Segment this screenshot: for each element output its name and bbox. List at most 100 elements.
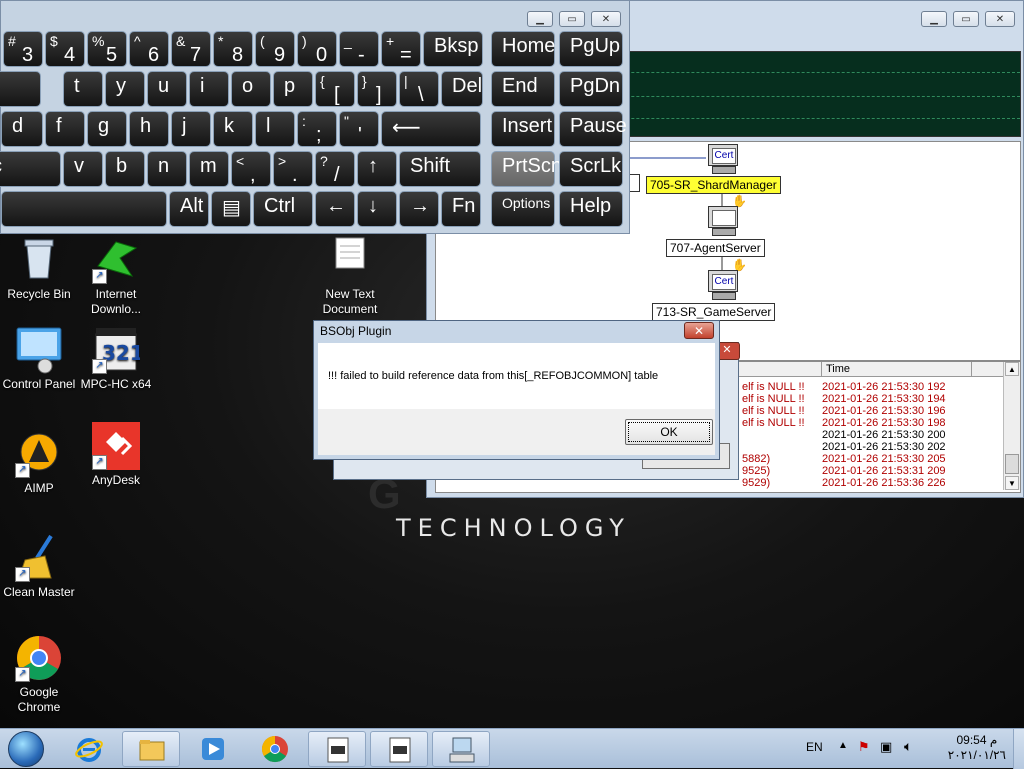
taskbar-app-internet-explorer[interactable] (60, 731, 118, 767)
minimize-button[interactable]: ▁ (921, 11, 947, 27)
key-i[interactable]: i (189, 71, 229, 107)
scroll-thumb[interactable] (1005, 454, 1019, 474)
key-symbol[interactable]: " ' (339, 111, 379, 147)
key-end[interactable]: End (491, 71, 555, 107)
key-t[interactable]: t (63, 71, 103, 107)
minimize-button[interactable]: ▁ (527, 11, 553, 27)
key-l[interactable]: l (255, 111, 295, 147)
node-label-agent-server[interactable]: 707-AgentServer (666, 239, 765, 257)
desktop-icon-anydesk[interactable]: ↗ AnyDesk (78, 422, 154, 488)
taskbar-app-on-screen-keyboard[interactable] (432, 731, 490, 767)
key-v[interactable]: v (63, 151, 103, 187)
volume-icon[interactable]: 🔈︎ (904, 738, 912, 755)
key-insert[interactable]: Insert (491, 111, 555, 147)
show-desktop-button[interactable] (1013, 729, 1024, 769)
language-indicator[interactable]: EN (806, 740, 823, 754)
log-column-time[interactable]: Time (822, 362, 972, 376)
key-scrlk[interactable]: ScrLk (559, 151, 623, 187)
ok-button[interactable]: OK (625, 419, 713, 445)
key-g[interactable]: g (87, 111, 127, 147)
key-symbol[interactable]: {[ (315, 71, 355, 107)
taskbar-app-file-explorer[interactable] (122, 731, 180, 767)
key-symbol[interactable]: ↓ (357, 191, 397, 227)
key-symbol[interactable]: ← (315, 191, 355, 227)
taskbar-app-chrome[interactable] (246, 731, 304, 767)
key-8[interactable]: * 8 (213, 31, 253, 67)
key-u[interactable]: u (147, 71, 187, 107)
key-m[interactable]: m (189, 151, 229, 187)
node-label-shard-manager[interactable]: 705-SR_ShardManager (646, 176, 781, 194)
maximize-button[interactable]: ▭ (559, 11, 585, 27)
key-0[interactable]: ) 0 (297, 31, 337, 67)
taskbar-app-server-2[interactable] (370, 731, 428, 767)
key-j[interactable]: j (171, 111, 211, 147)
key-6[interactable]: ^ 6 (129, 31, 169, 67)
key-shift[interactable]: Shift (399, 151, 481, 187)
key-symbol[interactable]: | \ (399, 71, 439, 107)
server-node-icon[interactable] (708, 206, 738, 236)
server-node-icon[interactable]: Cert (708, 144, 738, 174)
server-node-icon[interactable]: Cert (708, 270, 738, 300)
key-b[interactable]: b (105, 151, 145, 187)
key-symbol[interactable]: + = (381, 31, 421, 67)
key-h[interactable]: h (129, 111, 169, 147)
action-center-icon[interactable]: ⚑ (858, 739, 870, 755)
desktop-icon-new-text-document[interactable]: New Text Document (312, 236, 388, 317)
desktop-icon-control-panel[interactable]: Control Panel (1, 326, 77, 392)
key-o[interactable]: o (231, 71, 271, 107)
desktop-icon-recycle-bin[interactable]: Recycle Bin (1, 236, 77, 302)
key-n[interactable]: n (147, 151, 187, 187)
desktop-icon-clean-master[interactable]: ↗ Clean Master (1, 534, 77, 600)
log-scrollbar[interactable]: ▲ ▼ (1003, 362, 1020, 490)
key-c[interactable]: c (0, 151, 61, 187)
key-fn[interactable]: Fn (441, 191, 481, 227)
taskbar-app-media-player[interactable] (184, 731, 242, 767)
key-symbol[interactable]: }] (357, 71, 397, 107)
key-alt[interactable]: Alt (169, 191, 209, 227)
key-r[interactable]: r (0, 71, 41, 107)
key-symbol[interactable]: >. (273, 151, 313, 187)
key-5[interactable]: % 5 (87, 31, 127, 67)
key-symbol[interactable]: → (399, 191, 439, 227)
taskbar-app-server-1[interactable] (308, 731, 366, 767)
key-help[interactable]: Help (559, 191, 623, 227)
key-prtscn[interactable]: PrtScn (491, 151, 562, 187)
key-symbol[interactable]: ? / (315, 151, 355, 187)
scroll-up-arrow-icon[interactable]: ▲ (1005, 362, 1019, 376)
key-f[interactable]: f (45, 111, 85, 147)
key-blank[interactable] (1, 191, 167, 227)
key-p[interactable]: p (273, 71, 313, 107)
on-screen-keyboard-window[interactable]: ▁ ▭ ✕ #3$4%5^6&7*8(9)0_-+=BkspHomePgUp rt… (0, 0, 630, 234)
close-button[interactable]: ✕ (591, 11, 621, 27)
key-home[interactable]: Home (491, 31, 555, 67)
key-4[interactable]: $4 (45, 31, 85, 67)
key-bksp[interactable]: Bksp (423, 31, 483, 67)
network-icon[interactable]: ▣ (880, 739, 892, 755)
key-7[interactable]: & 7 (171, 31, 211, 67)
scroll-down-arrow-icon[interactable]: ▼ (1005, 476, 1019, 490)
close-button[interactable]: ✕ (985, 11, 1015, 27)
key-symbol[interactable]: <, (231, 151, 271, 187)
clock[interactable]: 09:54 م ٢٠٢١/٠١/٢٦ (948, 733, 1006, 763)
key-9[interactable]: (9 (255, 31, 295, 67)
desktop-icon-mpc-hc[interactable]: 321 ↗ MPC-HC x64 (78, 326, 154, 392)
key-pause[interactable]: Pause (559, 111, 627, 147)
key-symbol[interactable]: ↑ (357, 151, 397, 187)
key-k[interactable]: k (213, 111, 253, 147)
key-symbol[interactable]: :; (297, 111, 337, 147)
node-label-game-server[interactable]: 713-SR_GameServer (652, 303, 776, 321)
start-button[interactable] (4, 729, 48, 769)
key-symbol[interactable]: ⟵ (381, 111, 481, 147)
desktop-icon-aimp[interactable]: ↗ AIMP (1, 430, 77, 496)
bsobj-plugin-dialog[interactable]: BSObj Plugin ✕ !!! failed to build refer… (313, 320, 720, 460)
key-del[interactable]: Del (441, 71, 483, 107)
key-pgdn[interactable]: PgDn (559, 71, 623, 107)
maximize-button[interactable]: ▭ (953, 11, 979, 27)
key-ctrl[interactable]: Ctrl (253, 191, 313, 227)
key-pgup[interactable]: PgUp (559, 31, 623, 67)
key-symbol[interactable]: _ - (339, 31, 379, 67)
key-3[interactable]: #3 (3, 31, 43, 67)
key-options[interactable]: Options (491, 191, 555, 227)
key-y[interactable]: y (105, 71, 145, 107)
desktop-icon-google-chrome[interactable]: ↗ Google Chrome (1, 634, 77, 715)
